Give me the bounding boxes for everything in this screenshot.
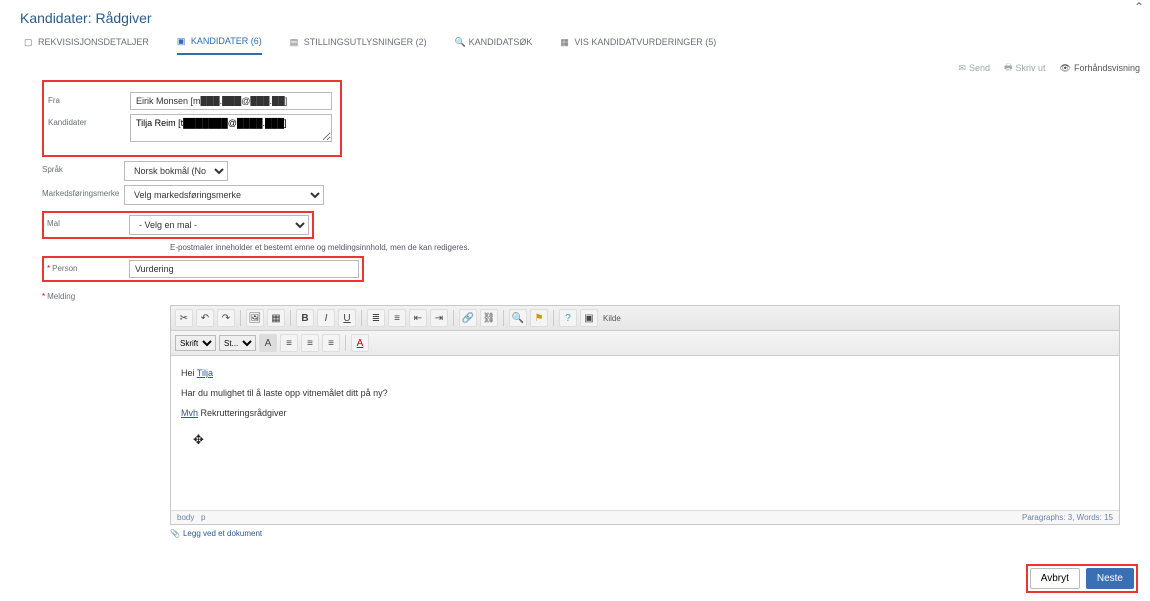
undo-icon[interactable]: ↶ (196, 309, 214, 327)
close-icon[interactable]: ⌃ (1134, 0, 1144, 14)
table-icon[interactable]: ▦ (267, 309, 285, 327)
highlight-footer: Avbryt Neste (1026, 564, 1138, 593)
label-kandidater: Kandidater (48, 114, 130, 127)
search-icon: 🔍 (455, 37, 465, 47)
preview-action[interactable]: 👁 Forhåndsvisning (1060, 60, 1140, 76)
underline-icon[interactable]: U (338, 309, 356, 327)
kandidater-input[interactable] (130, 114, 332, 142)
highlight-fra-kandidater: Fra Kandidater (42, 80, 342, 157)
paperclip-icon: 📎 (170, 529, 180, 538)
align-right-icon[interactable]: ≡ (322, 334, 340, 352)
page-title: Kandidater: Rådgiver (0, 0, 1150, 32)
font-size-select[interactable]: St... (219, 335, 256, 351)
star-icon: ▦ (560, 37, 570, 47)
person-input[interactable] (129, 260, 359, 278)
attach-document[interactable]: 📎 Legg ved et dokument (42, 525, 1130, 538)
editor-body[interactable]: Hei Tilja Har du mulighet til å laste op… (171, 356, 1119, 510)
list-ol-icon[interactable]: ≡ (388, 309, 406, 327)
doc-icon: ▢ (24, 37, 34, 47)
help-icon[interactable]: ? (559, 309, 577, 327)
indent-icon[interactable]: ⇥ (430, 309, 448, 327)
tab-bar: ▢REKVISISJONSDETALJER ▣KANDIDATER (6) ▤S… (0, 32, 1150, 56)
label-person: *Person (47, 260, 129, 273)
italic-icon[interactable]: I (317, 309, 335, 327)
marked-select[interactable]: Velg markedsføringsmerke (124, 185, 324, 205)
footer-actions: Avbryt Neste (0, 538, 1150, 601)
outdent-icon[interactable]: ⇤ (409, 309, 427, 327)
tab-stillings[interactable]: ▤STILLINGSUTLYSNINGER (2) (290, 32, 427, 55)
list-ul-icon[interactable]: ≣ (367, 309, 385, 327)
unlink-icon[interactable]: ⛓ (480, 309, 498, 327)
flag-icon[interactable]: ⚑ (530, 309, 548, 327)
dom-path[interactable]: body (177, 513, 194, 522)
font-family-select[interactable]: Skrift (175, 335, 216, 351)
send-action[interactable]: ✉ Send (958, 60, 990, 76)
word-count: Paragraphs: 3, Words: 15 (1022, 513, 1113, 522)
editor-toolbar-2: Skrift St... A ≡ ≡ ≡ A (171, 331, 1119, 356)
text-color-icon[interactable]: A (259, 334, 277, 352)
link-icon[interactable]: 🔗 (459, 309, 477, 327)
zoom-icon[interactable]: 🔍 (509, 309, 527, 327)
image-icon[interactable]: 🖼 (246, 309, 264, 327)
label-sprak: Språk (42, 161, 124, 174)
mal-hint: E-postmaler inneholder et bestemt emne o… (170, 243, 1130, 252)
label-mal: Mal (47, 215, 129, 228)
label-marked: Markedsføringsmerke (42, 185, 124, 198)
redo-icon[interactable]: ↷ (217, 309, 235, 327)
top-right-toolbar: ✉ Send 🖶 Skriv ut 👁 Forhåndsvisning (0, 56, 1150, 76)
font-color-icon[interactable]: A (351, 334, 369, 352)
rich-text-editor: ✂ ↶ ↷ 🖼 ▦ B I U ≣ ≡ ⇤ ⇥ 🔗 ⛓ 🔍 ⚑ ? ▣Kilde (170, 305, 1120, 525)
people-icon: ▣ (177, 36, 187, 46)
signature-link[interactable]: Mvh (181, 408, 198, 418)
align-center-icon[interactable]: ≡ (301, 334, 319, 352)
bold-icon[interactable]: B (296, 309, 314, 327)
label-fra: Fra (48, 92, 130, 105)
fra-input[interactable] (130, 92, 332, 110)
tab-kandidater[interactable]: ▣KANDIDATER (6) (177, 32, 262, 55)
align-left-icon[interactable]: ≡ (280, 334, 298, 352)
next-button[interactable]: Neste (1086, 568, 1134, 589)
editor-status-bar: body p Paragraphs: 3, Words: 15 (171, 510, 1119, 524)
editor-toolbar-1: ✂ ↶ ↷ 🖼 ▦ B I U ≣ ≡ ⇤ ⇥ 🔗 ⛓ 🔍 ⚑ ? ▣Kilde (171, 306, 1119, 331)
print-action[interactable]: 🖶 Skriv ut (1004, 60, 1046, 76)
highlight-mal: Mal - Velg en mal - (42, 211, 314, 239)
tab-sok[interactable]: 🔍KANDIDATSØK (455, 32, 533, 55)
highlight-person: *Person (42, 256, 364, 282)
greeting-name-link[interactable]: Tilja (197, 368, 213, 378)
label-melding: *Melding (42, 288, 124, 301)
sprak-select[interactable]: Norsk bokmål (Norwegian Bokr (124, 161, 228, 181)
mal-select[interactable]: - Velg en mal - (129, 215, 309, 235)
cancel-button[interactable]: Avbryt (1030, 568, 1080, 589)
tab-rekvisisjon[interactable]: ▢REKVISISJONSDETALJER (24, 32, 149, 55)
tab-vurderinger[interactable]: ▦VIS KANDIDATVURDERINGER (5) (560, 32, 716, 55)
list-icon: ▤ (290, 37, 300, 47)
cut-icon[interactable]: ✂ (175, 309, 193, 327)
source-icon[interactable]: ▣ (580, 309, 598, 327)
